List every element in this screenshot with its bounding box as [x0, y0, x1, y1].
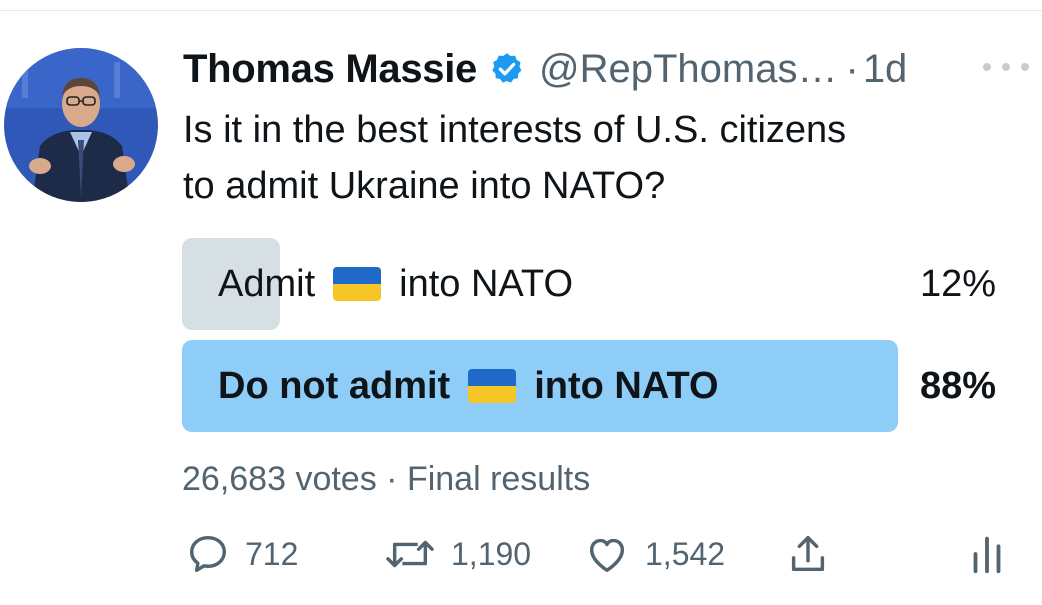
poll-option-text: Admit: [218, 262, 316, 305]
author-name[interactable]: Thomas Massie: [183, 44, 477, 94]
poll-votes: 26,683 votes: [182, 460, 377, 498]
poll-option-admit: Admit into NATO 12%: [182, 238, 996, 330]
analytics-button[interactable]: [967, 528, 1007, 580]
like-button[interactable]: 1,542: [583, 528, 725, 580]
poll-option-text: Do not admit: [218, 364, 451, 407]
poll-option-do-not-admit: Do not admit into NATO 88%: [182, 340, 996, 432]
author-handle[interactable]: @RepThomas…: [539, 44, 837, 94]
action-bar: 712 1,190 1,542: [185, 528, 1025, 580]
verified-badge-icon: [489, 51, 525, 87]
like-count: 1,542: [645, 535, 726, 572]
reply-count: 712: [245, 535, 299, 572]
avatar[interactable]: [4, 48, 158, 202]
poll-option-label: Do not admit into NATO: [218, 340, 719, 432]
poll-percent: 88%: [919, 364, 996, 407]
reply-button[interactable]: 712: [185, 528, 298, 580]
reply-icon: [189, 535, 227, 573]
poll-status: Final results: [406, 460, 591, 498]
tweet-header: Thomas Massie @RepThomas… · 1d: [183, 44, 907, 94]
tweet-time[interactable]: 1d: [863, 44, 908, 94]
poll-meta: 26,683 votes · Final results: [182, 460, 590, 499]
tweet-text: Is it in the best interests of U.S. citi…: [183, 102, 1003, 214]
ukraine-flag-icon: [468, 369, 517, 403]
poll-meta-separator: ·: [386, 460, 398, 498]
retweet-button[interactable]: 1,190: [383, 528, 531, 580]
poll-option-text: into NATO: [399, 262, 574, 305]
poll-percent: 12%: [919, 262, 996, 305]
tweet-text-line: Is it in the best interests of U.S. citi…: [183, 109, 847, 151]
retweet-icon: [386, 540, 434, 568]
poll-option-label: Admit into NATO: [218, 238, 573, 330]
ukraine-flag-icon: [333, 267, 382, 301]
tweet-text-line: to admit Ukraine into NATO?: [183, 165, 666, 207]
more-icon[interactable]: [983, 52, 1029, 82]
poll-option-text: into NATO: [534, 364, 719, 407]
header-separator: ·: [845, 47, 859, 91]
retweet-count: 1,190: [451, 535, 532, 572]
analytics-icon: [973, 536, 1001, 574]
share-button[interactable]: [785, 528, 831, 580]
top-divider: [0, 10, 1042, 11]
share-icon: [791, 535, 825, 572]
like-icon: [589, 538, 625, 573]
